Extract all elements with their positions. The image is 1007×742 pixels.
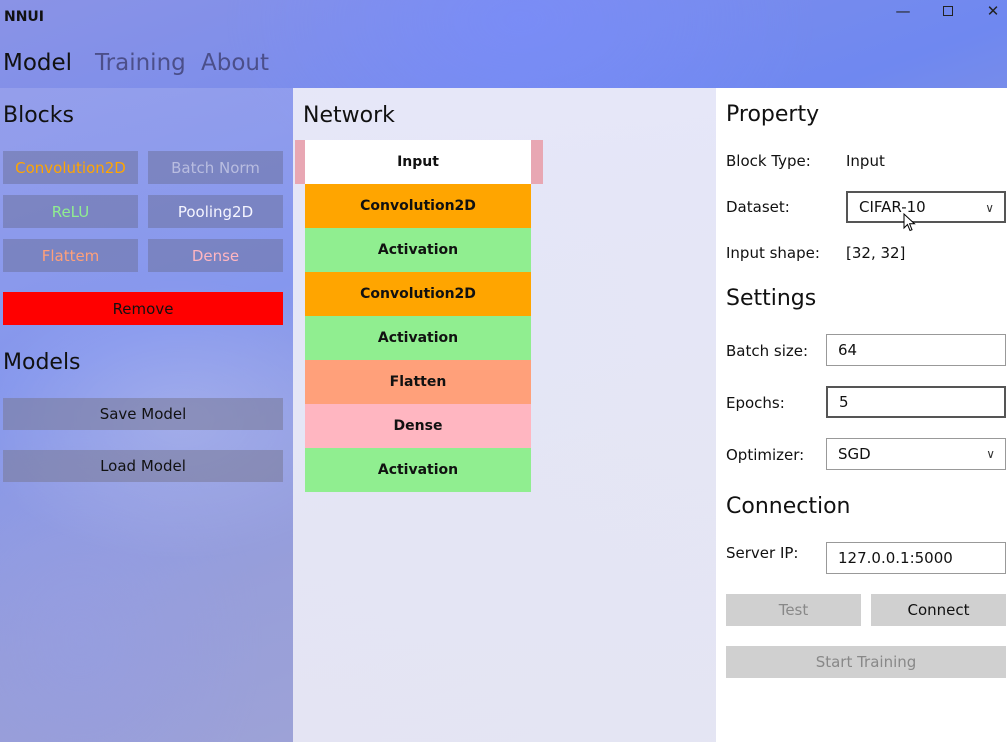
models-title: Models [3,350,81,375]
connection-title: Connection [726,494,851,519]
selection-marker-right [531,140,543,184]
network-panel: Network Input Convolution2D Activation C… [293,88,716,742]
dataset-label: Dataset: [726,198,790,216]
network-title: Network [303,103,395,128]
block-flatten-button[interactable]: Flattem [3,239,138,272]
connect-button[interactable]: Connect [871,594,1006,626]
maximize-icon [943,6,953,16]
minimize-icon: — [895,2,911,20]
layer-activation[interactable]: Activation [305,316,531,360]
minimize-button[interactable]: — [880,0,926,22]
load-model-button[interactable]: Load Model [3,450,283,482]
optimizer-select[interactable]: SGD ∨ [826,438,1006,470]
block-type-value: Input [846,152,885,170]
input-shape-value: [32, 32] [846,244,906,262]
block-pooling2d-button[interactable]: Pooling2D [148,195,283,228]
block-dense-button[interactable]: Dense [148,239,283,272]
maximize-button[interactable] [925,0,971,22]
mouse-cursor-icon [903,213,916,232]
blocks-panel: Blocks Convolution2D Batch Norm ReLU Poo… [0,88,293,742]
block-relu-button[interactable]: ReLU [3,195,138,228]
epochs-label: Epochs: [726,394,785,412]
close-icon: ✕ [986,2,1000,20]
property-panel: Property Block Type: Input Dataset: CIFA… [716,88,1007,742]
tab-about[interactable]: About [201,50,269,76]
layer-dense[interactable]: Dense [305,404,531,448]
block-label: Batch Norm [171,158,260,177]
connect-label: Connect [907,601,970,619]
property-title: Property [726,102,820,127]
block-label: Flattem [41,246,100,265]
server-ip-input[interactable]: 127.0.0.1:5000 [826,542,1006,574]
tab-training[interactable]: Training [95,50,186,76]
test-button[interactable]: Test [726,594,861,626]
save-model-button[interactable]: Save Model [3,398,283,430]
batch-size-input[interactable]: 64 [826,334,1006,366]
network-layer-list: Input Convolution2D Activation Convoluti… [305,140,531,492]
server-ip-value: 127.0.0.1:5000 [838,549,953,567]
dataset-select[interactable]: CIFAR-10 ∨ [846,191,1006,223]
start-training-button[interactable]: Start Training [726,646,1006,678]
block-batch-norm-button[interactable]: Batch Norm [148,151,283,184]
epochs-input[interactable]: 5 [826,386,1006,418]
block-label: ReLU [51,202,90,221]
layer-activation[interactable]: Activation [305,228,531,272]
layer-flatten[interactable]: Flatten [305,360,531,404]
server-ip-label: Server IP: [726,544,799,562]
remove-button[interactable]: Remove [3,292,283,325]
test-label: Test [778,601,809,619]
remove-label: Remove [112,299,174,318]
layer-activation[interactable]: Activation [305,448,531,492]
layer-convolution2d[interactable]: Convolution2D [305,272,531,316]
optimizer-value: SGD [838,445,871,463]
batch-size-value: 64 [838,341,858,359]
block-label: Convolution2D [15,158,126,177]
input-shape-label: Input shape: [726,244,820,262]
block-label: Pooling2D [177,202,254,221]
start-training-label: Start Training [815,653,917,671]
block-convolution2d-button[interactable]: Convolution2D [3,151,138,184]
batch-size-label: Batch size: [726,342,809,360]
layer-input[interactable]: Input [305,140,531,184]
chevron-down-icon: ∨ [986,447,995,461]
save-model-label: Save Model [99,405,187,423]
blocks-title: Blocks [3,103,74,128]
close-button[interactable]: ✕ [970,0,1007,22]
block-label: Dense [191,246,240,265]
load-model-label: Load Model [100,457,186,475]
block-type-label: Block Type: [726,152,811,170]
app-title: NNUI [4,9,45,25]
title-bar: NNUI — ✕ [0,0,1007,34]
chevron-down-icon: ∨ [985,201,994,215]
settings-title: Settings [726,286,817,311]
epochs-value: 5 [839,393,849,411]
optimizer-label: Optimizer: [726,446,805,464]
layer-convolution2d[interactable]: Convolution2D [305,184,531,228]
tab-model[interactable]: Model [3,50,72,76]
